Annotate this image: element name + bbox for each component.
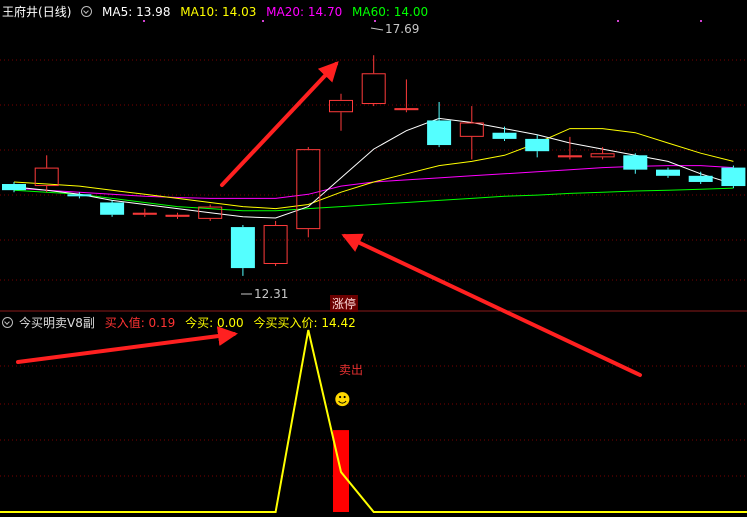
candle-body xyxy=(296,149,321,230)
settings-toggle-icon[interactable] xyxy=(81,6,93,17)
callout-arrow xyxy=(16,326,238,364)
ma-item: MA10: 14.03 xyxy=(180,5,257,19)
low-price-label: 12.31 xyxy=(254,287,289,301)
callout-arrow xyxy=(220,61,339,187)
sell-signal-label: 卖出 xyxy=(339,363,364,377)
ma-item: MA5: 13.98 xyxy=(102,5,171,19)
ma-item: MA60: 14.00 xyxy=(352,5,429,19)
candle-body xyxy=(230,227,255,269)
candle-body xyxy=(165,214,190,217)
candle-body xyxy=(100,202,125,215)
candle-body xyxy=(688,175,713,182)
candle-body xyxy=(329,99,353,113)
ma-item: MA20: 14.70 xyxy=(266,5,343,19)
top-marker-dot xyxy=(262,20,264,22)
top-marker-dot xyxy=(374,20,376,22)
indicator-toggle-icon[interactable] xyxy=(2,317,13,328)
indicator-name: 今买明卖V8副 xyxy=(19,316,95,330)
indicator-header: 今买明卖V8副 买入值: 0.19 今买: 0.00 今买买入价: 14.42 xyxy=(2,314,362,331)
main-chart-header: 王府井(日线) MA5: 13.98 MA10: 14.03 MA20: 14.… xyxy=(2,3,434,20)
indicator-item: 今买: 0.00 xyxy=(185,316,244,330)
candle-body xyxy=(34,167,59,187)
stock-name: 王府井 xyxy=(2,5,39,19)
top-marker-dot xyxy=(700,20,702,22)
candle-body xyxy=(590,153,615,158)
candle-body xyxy=(459,122,484,137)
indicator-line xyxy=(0,329,747,513)
candle-body xyxy=(263,225,288,264)
candle-body xyxy=(361,73,386,105)
candle-body xyxy=(525,138,550,152)
candle-body xyxy=(623,155,648,170)
candle-body xyxy=(132,212,157,215)
candle-body xyxy=(394,108,419,111)
callout-arrow xyxy=(341,233,642,377)
candle-body xyxy=(67,194,92,197)
candle-body xyxy=(656,169,680,176)
candle-body xyxy=(557,155,582,158)
indicator-item: 买入值: 0.19 xyxy=(104,316,176,330)
candle-body xyxy=(427,120,452,146)
high-pointer xyxy=(370,27,384,31)
smiley-icon: ☻ xyxy=(334,390,351,409)
limit-up-badge: 涨停 xyxy=(330,295,359,312)
chart-period: (日线) xyxy=(38,5,72,19)
candle-body xyxy=(492,132,517,139)
high-price-label: 17.69 xyxy=(385,22,420,36)
candle-body xyxy=(721,167,746,187)
top-marker-dot xyxy=(143,20,145,22)
indicator-item: 今买买入价: 14.42 xyxy=(253,316,356,330)
candle-body xyxy=(2,184,26,191)
chart-canvas xyxy=(0,20,747,513)
top-marker-dot xyxy=(617,20,619,22)
